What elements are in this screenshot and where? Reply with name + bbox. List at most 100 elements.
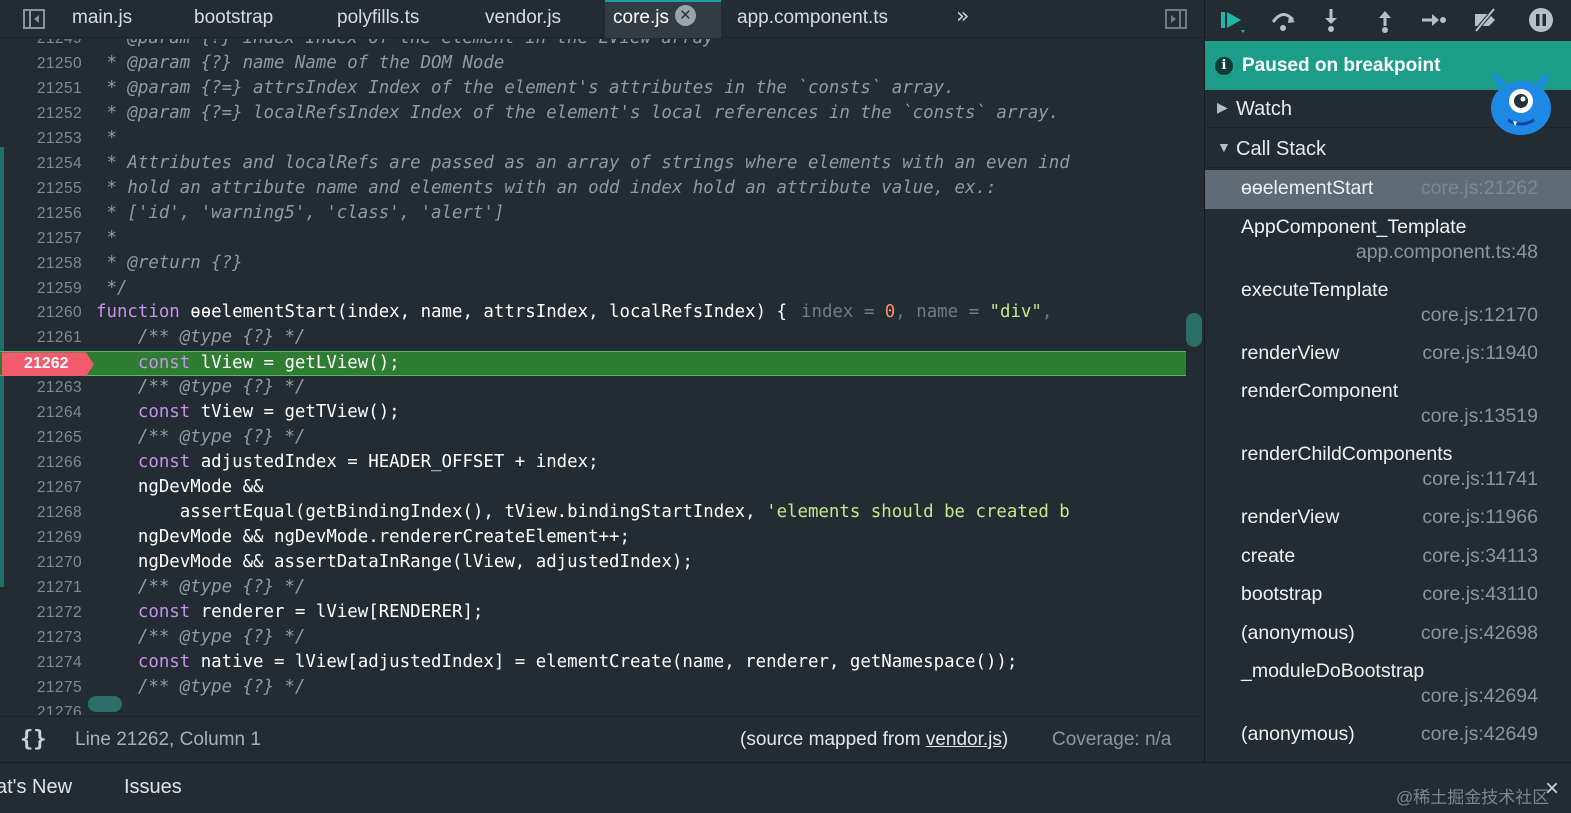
code-line[interactable]: 21261 /** @type {?} */ — [0, 326, 1186, 351]
step-into-icon[interactable] — [1317, 6, 1345, 34]
drawer-tab-whats-new[interactable]: at's New — [0, 776, 72, 799]
line-number[interactable]: 21250 — [14, 55, 82, 73]
line-number[interactable]: 21267 — [14, 479, 82, 497]
info-icon: i — [1215, 57, 1233, 75]
code-line[interactable]: 21271 /** @type {?} */ — [0, 576, 1186, 601]
call-frame[interactable]: create core.js:34113 — [1205, 538, 1571, 577]
line-number[interactable]: 21276 — [14, 704, 82, 715]
code-line[interactable]: 21264 const tView = getTView(); — [0, 401, 1186, 426]
line-number[interactable]: 21269 — [14, 529, 82, 547]
code-line[interactable]: 21250 * @param {?} name Name of the DOM … — [0, 52, 1186, 77]
code-comment: /** @type {?} */ — [96, 676, 306, 697]
code-line[interactable]: 21270 ngDevMode && assertDataInRange(lVi… — [0, 551, 1186, 576]
line-number[interactable]: 21253 — [14, 130, 82, 148]
line-number[interactable]: 21261 — [14, 329, 82, 347]
code-line[interactable]: 21252 * @param {?=} localRefsIndex Index… — [0, 102, 1186, 127]
code-line[interactable]: 21255 * hold an attribute name and eleme… — [0, 177, 1186, 202]
call-frame[interactable]: _moduleDoBootstrap core.js:42694 — [1205, 653, 1571, 716]
code-line[interactable]: 21249 * @param {?} index Index of the el… — [0, 39, 1186, 52]
code-line[interactable]: 21272 const renderer = lView[RENDERER]; — [0, 601, 1186, 626]
resume-icon[interactable] — [1217, 6, 1245, 34]
code-line[interactable]: 21253 * — [0, 127, 1186, 152]
code-text: const adjustedIndex = HEADER_OFFSET + in… — [96, 452, 599, 472]
code-line[interactable]: 21260 function ɵɵelementStart(index, name… — [0, 301, 1186, 326]
code-comment: * hold an attribute name and elements wi… — [96, 177, 997, 198]
code-line[interactable]: 21273 /** @type {?} */ — [0, 626, 1186, 651]
line-number[interactable]: 21270 — [14, 554, 82, 572]
line-number[interactable]: 21263 — [14, 379, 82, 397]
step-icon[interactable] — [1419, 6, 1447, 34]
line-number[interactable]: 21256 — [14, 205, 82, 223]
close-drawer-icon[interactable]: × — [1545, 775, 1559, 803]
code-line[interactable]: 21274 const native = lView[adjustedIndex… — [0, 651, 1186, 676]
line-number[interactable]: 21259 — [14, 280, 82, 298]
pause-on-exceptions-icon[interactable] — [1527, 6, 1555, 34]
code-line[interactable]: 21276 — [0, 701, 1186, 715]
line-number[interactable]: 21251 — [14, 80, 82, 98]
call-frame-function: bootstrap — [1241, 583, 1323, 605]
code-line[interactable]: 21256 * ['id', 'warning5', 'class', 'ale… — [0, 202, 1186, 227]
breakpoint-marker[interactable]: 21262 — [2, 352, 94, 377]
toggle-navigator-icon[interactable] — [22, 8, 46, 30]
deactivate-breakpoints-icon[interactable] — [1471, 6, 1499, 34]
toggle-debugger-icon[interactable] — [1164, 8, 1188, 30]
code-line[interactable]: 21258 * @return {?} — [0, 252, 1186, 277]
code-line[interactable]: 21254 * Attributes and localRefs are pas… — [0, 152, 1186, 177]
code-line[interactable]: 21259 */ — [0, 277, 1186, 302]
call-frame[interactable]: AppComponent_Template app.component.ts:48 — [1205, 209, 1571, 272]
call-frame[interactable]: renderComponent core.js:13519 — [1205, 373, 1571, 436]
line-number[interactable]: 21272 — [14, 604, 82, 622]
line-number[interactable]: 21260 — [14, 304, 82, 322]
line-number[interactable]: 21273 — [14, 629, 82, 647]
close-tab-icon[interactable]: ✕ — [674, 5, 696, 27]
code-line[interactable]: 21269 ngDevMode && ngDevMode.rendererCre… — [0, 526, 1186, 551]
pretty-print-icon[interactable]: {} — [20, 727, 47, 752]
line-number[interactable]: 21264 — [14, 404, 82, 422]
vertical-scrollbar[interactable] — [1186, 313, 1202, 347]
line-number[interactable]: 21252 — [14, 105, 82, 123]
line-number[interactable]: 21265 — [14, 429, 82, 447]
call-frame-location: core.js:13519 — [1420, 405, 1538, 427]
horizontal-scrollbar[interactable] — [88, 696, 122, 712]
code-line[interactable]: 21268 assertEqual(getBindingIndex(), tVi… — [0, 501, 1186, 526]
line-number[interactable]: 21254 — [14, 155, 82, 173]
tab-core-js[interactable]: core.js ✕ — [605, 0, 721, 38]
source-map-link[interactable]: vendor.js — [926, 729, 1002, 750]
call-frame[interactable]: executeTemplate core.js:12170 — [1205, 272, 1571, 335]
code-line[interactable]: 21262 const lView = getLView(); — [0, 351, 1186, 377]
code-line[interactable]: 21267 ngDevMode && — [0, 476, 1186, 501]
line-number[interactable]: 21257 — [14, 230, 82, 248]
step-out-icon[interactable] — [1371, 6, 1399, 34]
code-statement: ngDevMode && assertDataInRange(lView, ad… — [96, 551, 693, 572]
call-frame[interactable]: renderView core.js:11966 — [1205, 499, 1571, 538]
tab-app-component-ts[interactable]: app.component.ts — [729, 0, 896, 38]
call-frame[interactable]: (anonymous) core.js:42698 — [1205, 615, 1571, 654]
call-frame[interactable]: renderChildComponents core.js:11741 — [1205, 436, 1571, 499]
code-line[interactable]: 21266 const adjustedIndex = HEADER_OFFSE… — [0, 451, 1186, 476]
call-frame[interactable]: ɵɵelementStart core.js:21262 — [1205, 170, 1571, 209]
line-number[interactable]: 21255 — [14, 180, 82, 198]
line-number[interactable]: 21258 — [14, 255, 82, 273]
tab-bootstrap[interactable]: bootstrap — [186, 0, 281, 38]
step-over-icon[interactable] — [1269, 6, 1297, 34]
line-number[interactable]: 21275 — [14, 679, 82, 697]
line-number[interactable]: 21274 — [14, 654, 82, 672]
code-line[interactable]: 21265 /** @type {?} */ — [0, 426, 1186, 451]
code-line[interactable]: 21257 * — [0, 227, 1186, 252]
code-line[interactable]: 21275 /** @type {?} */ — [0, 676, 1186, 701]
source-editor[interactable]: 21249 * @param {?} index Index of the el… — [0, 39, 1204, 715]
call-frame[interactable]: renderView core.js:11940 — [1205, 335, 1571, 374]
call-frame[interactable]: bootstrap core.js:43110 — [1205, 576, 1571, 615]
line-number[interactable]: 21271 — [14, 579, 82, 597]
code-line[interactable]: 21251 * @param {?=} attrsIndex Index of … — [0, 77, 1186, 102]
call-frame[interactable]: (anonymous) core.js:42649 — [1205, 716, 1571, 755]
line-number[interactable]: 21249 — [14, 39, 82, 48]
drawer-tab-issues[interactable]: Issues — [124, 776, 182, 799]
line-number[interactable]: 21266 — [14, 454, 82, 472]
more-tabs-icon[interactable]: » — [956, 4, 969, 29]
code-line[interactable]: 21263 /** @type {?} */ — [0, 376, 1186, 401]
line-number[interactable]: 21268 — [14, 504, 82, 522]
tab-main-js[interactable]: main.js — [64, 0, 140, 38]
tab-polyfills-ts[interactable]: polyfills.ts — [329, 0, 427, 38]
tab-vendor-js[interactable]: vendor.js — [477, 0, 569, 38]
